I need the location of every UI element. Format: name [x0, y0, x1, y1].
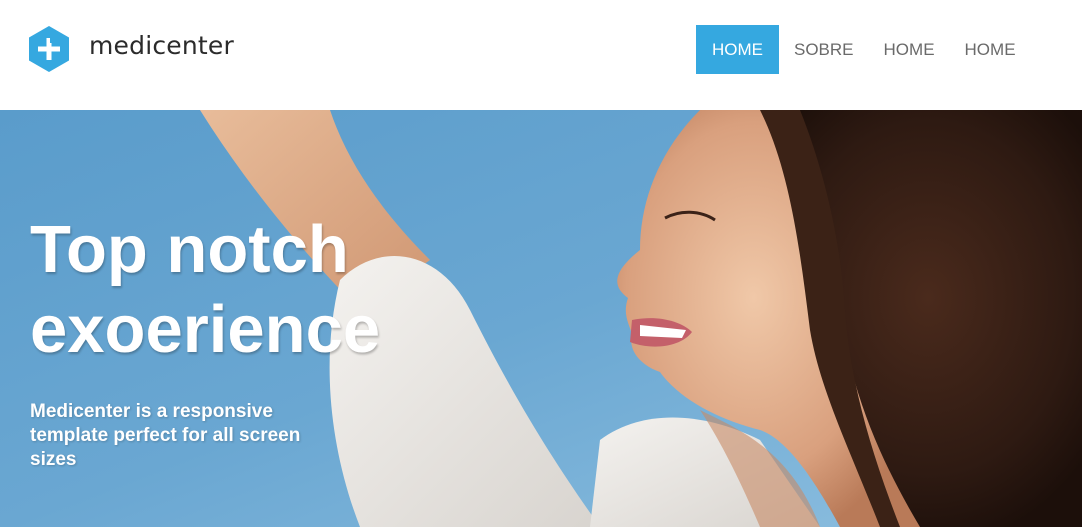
nav-item-sobre[interactable]: SOBRE [779, 25, 869, 74]
hero-title: Top notch exoerience [30, 212, 381, 367]
nav-item-home-2[interactable]: HOME [869, 25, 950, 74]
medical-cross-hexagon-icon [29, 26, 69, 72]
nav-item-home-3[interactable]: HOME [950, 25, 1031, 74]
site-header: medicenter HOME SOBRE HOME HOME [0, 0, 1082, 110]
main-nav: HOME SOBRE HOME HOME [696, 25, 1031, 74]
brand-name: medicenter [89, 30, 234, 60]
nav-item-home[interactable]: HOME [696, 25, 779, 74]
logo-link[interactable]: medicenter [29, 26, 234, 72]
hero-subtitle: Medicenter is a responsive template perf… [30, 401, 301, 470]
hero-banner: Top notch exoerience Medicenter is a res… [0, 110, 1082, 527]
